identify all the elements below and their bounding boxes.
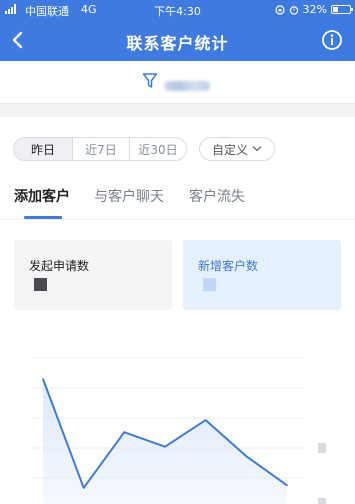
chart-data-point xyxy=(286,484,288,487)
metric-label: 发起申请数 xyxy=(29,259,90,273)
chart-data-point xyxy=(42,378,44,380)
alarm-icon xyxy=(289,5,298,15)
stats-tabs: 添加客户 与客户聊天 客户流失 xyxy=(0,182,355,220)
custom-date-label: 自定义 xyxy=(211,142,248,157)
date-option-30days[interactable]: 近30日 xyxy=(129,138,186,160)
chart-data-point xyxy=(245,455,248,458)
trend-chart-svg xyxy=(30,357,326,504)
divider-band xyxy=(0,103,355,117)
filter-bar[interactable] xyxy=(0,61,355,103)
active-tab-indicator xyxy=(24,216,62,219)
tab-customer-churn[interactable]: 客户流失 xyxy=(189,186,245,206)
status-bar: 中国联通 4G 下午4:30 32% xyxy=(0,0,355,20)
date-option-yesterday[interactable]: 昨日 xyxy=(14,138,72,160)
tab-chat-customer[interactable]: 与客户聊天 xyxy=(94,186,164,206)
info-circle-icon[interactable] xyxy=(321,29,343,51)
battery-icon xyxy=(331,5,353,14)
metric-value-redacted xyxy=(203,278,216,291)
chart-area-fill xyxy=(43,379,287,504)
orientation-lock-icon xyxy=(274,4,285,15)
chart-data-point xyxy=(164,445,166,448)
top-bar: 中国联通 4G 下午4:30 32% 联系客户统计 xyxy=(0,0,355,61)
tab-add-customer[interactable]: 添加客户 xyxy=(14,186,70,206)
filter-funnel-icon[interactable] xyxy=(142,72,158,90)
metric-label: 新增客户数 xyxy=(198,259,259,273)
date-range-selector: 昨日 近7日 近30日 xyxy=(13,137,187,161)
chart-data-point xyxy=(204,419,207,421)
nav-bar: 联系客户统计 xyxy=(0,20,355,61)
chart-data-point xyxy=(82,487,85,489)
chart-tick-label-redacted xyxy=(318,498,326,504)
filter-value-blurred xyxy=(164,81,210,91)
battery-percent: 32% xyxy=(302,3,327,16)
metric-card-new-customers[interactable]: 新增客户数 xyxy=(183,240,341,310)
chart-data-point xyxy=(123,431,126,433)
chevron-down-icon xyxy=(252,146,262,152)
custom-date-dropdown[interactable]: 自定义 xyxy=(199,137,275,161)
date-option-7days[interactable]: 近7日 xyxy=(72,138,129,160)
page-title: 联系客户统计 xyxy=(126,34,229,53)
metric-card-requests[interactable]: 发起申请数 xyxy=(14,240,172,310)
chart-tick-label-redacted xyxy=(318,443,326,453)
metric-value-redacted xyxy=(34,278,47,291)
trend-chart xyxy=(0,330,355,504)
